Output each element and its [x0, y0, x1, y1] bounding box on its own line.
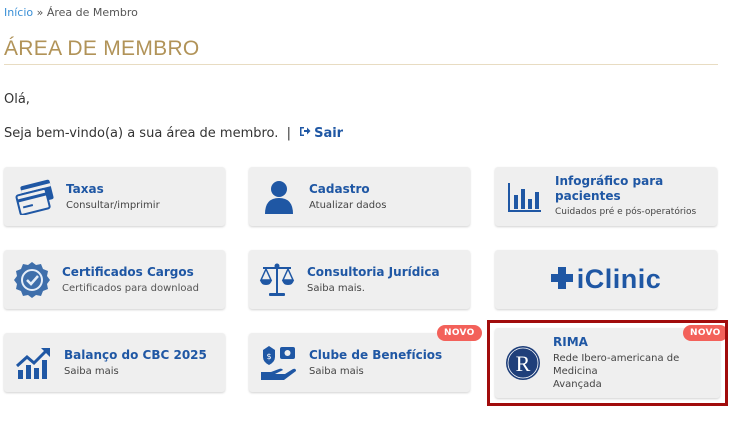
card-subtitle: Saiba mais. — [307, 282, 365, 294]
card-title: Balanço do CBC 2025 — [64, 347, 207, 362]
bar-chart-icon — [501, 177, 549, 217]
greeting-text: Olá, — [4, 92, 30, 107]
welcome-divider: | — [286, 126, 291, 141]
card-title: Certificados Cargos — [62, 264, 194, 279]
card-infografico[interactable]: Infográfico para pacientes Cuidados pré … — [495, 167, 717, 226]
card-balanco[interactable]: Balanço do CBC 2025 Saiba mais — [4, 333, 225, 392]
welcome-text: Seja bem-vindo(a) a sua área de membro. — [4, 126, 279, 141]
card-title: Taxas — [66, 181, 104, 196]
user-icon — [255, 177, 303, 217]
card-title: Clube de Benefícios — [309, 347, 443, 362]
card-title: Consultoria Jurídica — [307, 264, 440, 279]
card-subtitle: Saiba mais — [309, 365, 364, 377]
page-title: ÁREA DE MEMBRO — [4, 37, 200, 60]
credit-cards-icon — [12, 177, 60, 217]
card-subtitle: Cuidados pré e pós-operatórios — [555, 207, 697, 217]
card-iclinic[interactable]: iClinic — [495, 250, 717, 309]
card-certificados[interactable]: Certificados Cargos Certificados para do… — [4, 250, 225, 309]
scales-of-justice-icon — [253, 260, 301, 300]
medical-cross-icon — [550, 266, 573, 293]
breadcrumb-home-link[interactable]: Início — [4, 6, 33, 19]
breadcrumb: Início » Área de Membro — [4, 6, 138, 19]
card-subtitle: Consultar/imprimir — [66, 199, 160, 211]
card-consultoria[interactable]: Consultoria Jurídica Saiba mais. — [249, 250, 470, 309]
card-title: Cadastro — [309, 181, 370, 196]
card-clube-beneficios[interactable]: $ Clube de Benefícios Saiba mais — [249, 333, 470, 392]
breadcrumb-separator: » — [36, 6, 44, 19]
logout-icon — [299, 126, 311, 141]
card-subtitle: Atualizar dados — [309, 199, 387, 211]
logout-link[interactable]: Sair — [299, 126, 343, 141]
new-badge: NOVO — [437, 325, 482, 341]
breadcrumb-current: Área de Membro — [46, 6, 138, 19]
logout-label: Sair — [314, 126, 344, 141]
benefits-hand-icon: $ — [255, 343, 303, 383]
card-title: Infográfico para pacientes — [555, 174, 664, 203]
card-subtitle: Certificados para download — [62, 282, 199, 294]
certificate-badge-icon — [8, 260, 56, 300]
card-cadastro[interactable]: Cadastro Atualizar dados — [249, 167, 470, 226]
svg-text:$: $ — [266, 352, 271, 361]
welcome-line: Seja bem-vindo(a) a sua área de membro. … — [4, 126, 343, 141]
title-divider — [4, 64, 718, 65]
card-subtitle: Saiba mais — [64, 365, 119, 377]
highlight-frame — [487, 320, 728, 406]
iclinic-logo-text: iClinic — [576, 264, 662, 294]
card-taxas[interactable]: Taxas Consultar/imprimir — [4, 167, 225, 226]
growth-chart-icon — [10, 343, 58, 383]
